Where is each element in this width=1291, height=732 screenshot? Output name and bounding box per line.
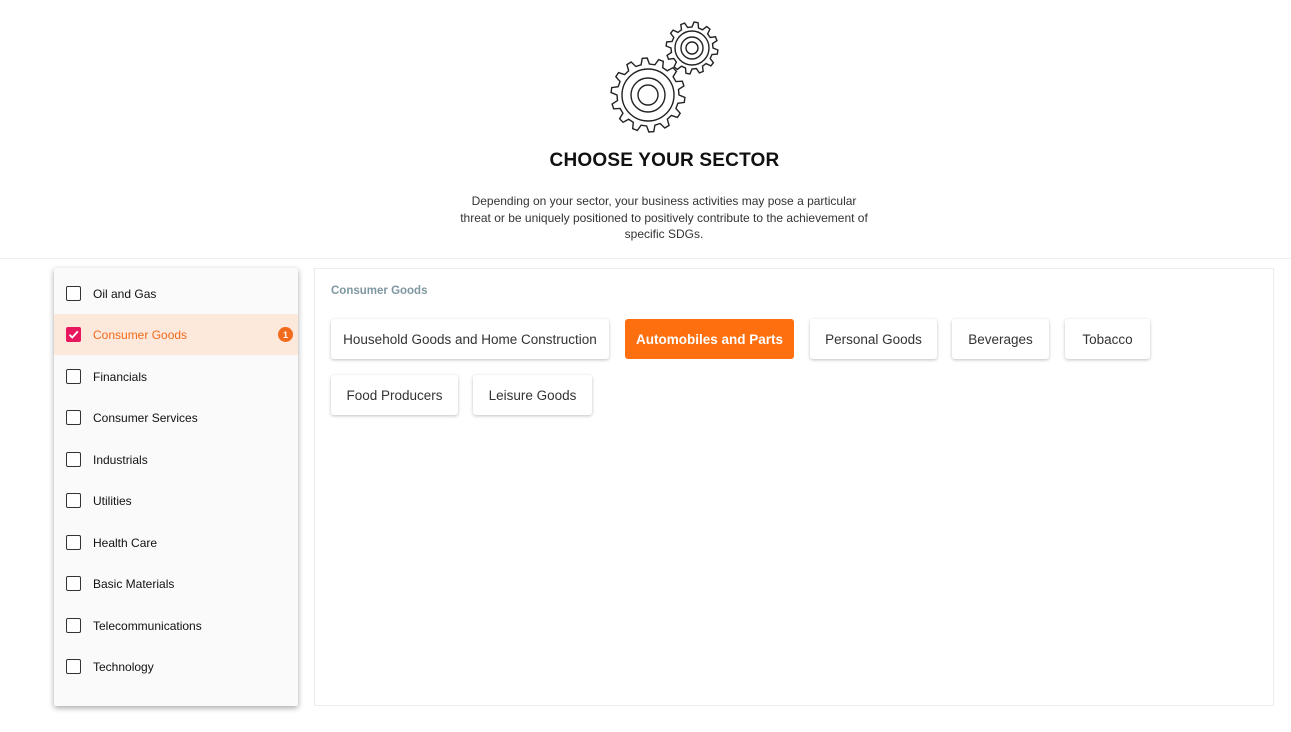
sidebar-item-label: Industrials	[93, 452, 148, 467]
sidebar-item-label: Health Care	[93, 535, 158, 550]
sidebar-item-oil-and-gas[interactable]: Oil and Gas	[54, 273, 298, 314]
panel-title: Consumer Goods	[331, 285, 428, 297]
sidebar-item-label: Financials	[93, 369, 148, 384]
chip-food-producers[interactable]: Food Producers	[331, 375, 458, 415]
checkbox[interactable]	[66, 410, 81, 425]
sidebar-item-financials[interactable]: Financials	[54, 356, 298, 397]
sidebar-item-label: Telecommunications	[93, 618, 202, 633]
sidebar-item-label: Technology	[93, 659, 154, 674]
sidebar-item-telecommunications[interactable]: Telecommunications	[54, 605, 298, 646]
sidebar-item-utilities[interactable]: Utilities	[54, 480, 298, 521]
sidebar-item-basic-materials[interactable]: Basic Materials	[54, 563, 298, 604]
checkbox[interactable]	[66, 535, 81, 550]
gears-icon	[610, 21, 719, 133]
subsector-panel: Consumer Goods Household Goods and Home …	[314, 268, 1274, 706]
checkbox[interactable]	[66, 369, 81, 384]
chip-leisure-goods[interactable]: Leisure Goods	[473, 375, 592, 415]
sidebar-item-consumer-goods[interactable]: Consumer Goods 1	[54, 314, 298, 355]
page-title: CHOOSE YOUR SECTOR	[549, 150, 780, 171]
checkbox[interactable]	[66, 452, 81, 467]
divider	[0, 258, 1291, 259]
sidebar-item-label: Consumer Services	[93, 410, 198, 425]
chip-automobiles-and-parts[interactable]: Automobiles and Parts	[625, 319, 794, 359]
chip-tobacco[interactable]: Tobacco	[1065, 319, 1150, 359]
sidebar-item-technology[interactable]: Technology	[54, 646, 298, 687]
sidebar-item-industrials[interactable]: Industrials	[54, 439, 298, 480]
sidebar-item-label: Oil and Gas	[93, 286, 157, 301]
checkbox[interactable]	[66, 493, 81, 508]
checkbox[interactable]	[66, 576, 81, 591]
chip-personal-goods[interactable]: Personal Goods	[810, 319, 937, 359]
page-description: Depending on your sector, your business …	[460, 194, 868, 241]
checkbox[interactable]	[66, 286, 81, 301]
sector-sidebar: Oil and Gas Consumer Goods 1 Financials …	[54, 268, 298, 706]
checkbox-checked[interactable]	[66, 327, 81, 342]
sidebar-item-label: Utilities	[93, 493, 132, 508]
count-badge: 1	[278, 327, 293, 342]
sidebar-item-health-care[interactable]: Health Care	[54, 522, 298, 563]
sidebar-item-label: Basic Materials	[93, 576, 175, 591]
checkbox[interactable]	[66, 659, 81, 674]
checkbox[interactable]	[66, 618, 81, 633]
chip-household-goods[interactable]: Household Goods and Home Construction	[331, 319, 609, 359]
sidebar-item-label: Consumer Goods	[93, 327, 188, 342]
chip-beverages[interactable]: Beverages	[952, 319, 1049, 359]
sidebar-item-consumer-services[interactable]: Consumer Services	[54, 397, 298, 438]
header-section: CHOOSE YOUR SECTOR Depending on your sec…	[0, 0, 1291, 258]
checkmark-icon	[68, 330, 79, 339]
